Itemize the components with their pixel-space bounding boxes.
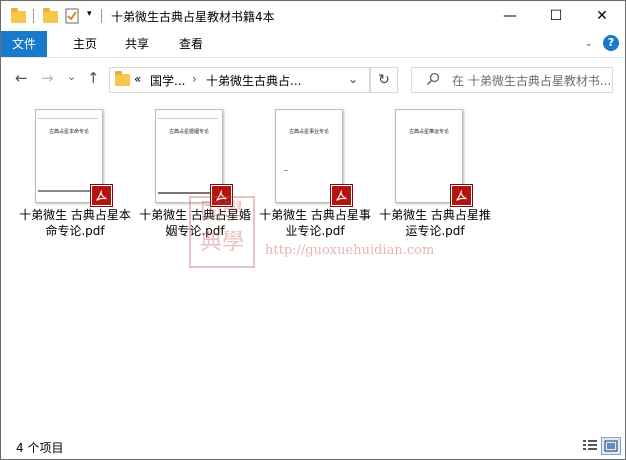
customize-toolbar-icon[interactable]: ▾	[87, 9, 92, 25]
refresh-button[interactable]: ↻	[370, 67, 398, 93]
help-icon[interactable]: ?	[603, 35, 619, 51]
pdf-icon	[91, 185, 112, 206]
thumbnail-title: 古典占星本命专论	[48, 129, 89, 135]
window-folder-icon	[11, 8, 26, 24]
quick-access-separator	[33, 9, 34, 23]
maximize-button[interactable]: ☐	[533, 1, 579, 31]
watermark-url: http://guoxuehuidian.com	[265, 243, 435, 258]
forward-button[interactable]: →	[41, 69, 54, 87]
thumbnail-title: 古典占星事业专论	[288, 129, 329, 135]
address-dropdown-icon[interactable]: ⌄	[348, 72, 358, 86]
expand-ribbon-icon[interactable]: ⌄	[585, 39, 593, 49]
large-icons-view-icon[interactable]	[601, 437, 621, 455]
recent-locations-button[interactable]: ⌄	[67, 70, 76, 83]
breadcrumb-separator[interactable]: ›	[192, 72, 197, 86]
file-list-pane[interactable]: 古典占星本命专论 十弟微生 古典占星本命专论.pdf 古典占星婚姻专论 十弟微生…	[1, 97, 625, 431]
thumbnail-title: 古典占星推运专论	[408, 129, 449, 135]
close-button[interactable]: ✕	[579, 1, 625, 31]
pdf-icon	[451, 185, 472, 206]
status-bar: 4 个项目	[1, 431, 625, 459]
properties-icon[interactable]	[65, 8, 79, 24]
address-folder-icon	[115, 71, 130, 86]
tab-view[interactable]: 查看	[167, 31, 215, 57]
file-item-3[interactable]: 古典占星事业专论 十弟微生 古典占星事业专论.pdf	[259, 109, 371, 239]
item-count: 4 个项目	[16, 441, 64, 455]
new-folder-icon[interactable]	[43, 8, 58, 24]
details-view-icon[interactable]	[581, 437, 599, 453]
title-separator	[101, 9, 102, 23]
breadcrumb-item-guoxue[interactable]: 国学...	[150, 72, 185, 89]
minimize-button[interactable]: —	[487, 1, 533, 31]
search-box[interactable]: 在 十弟微生古典占星教材书...	[411, 67, 613, 93]
file-item-1[interactable]: 古典占星本命专论 十弟微生 古典占星本命专论.pdf	[19, 109, 131, 239]
search-icon	[426, 72, 440, 89]
title-bar: ▾ 十弟微生古典占星教材书籍4本 — ☐ ✕	[1, 1, 625, 31]
search-placeholder: 在 十弟微生古典占星教材书...	[452, 74, 612, 88]
ribbon-tabs: 文件 主页 共享 查看 ⌄ ?	[1, 31, 625, 58]
breadcrumb-overflow[interactable]: «	[134, 72, 141, 86]
tab-file[interactable]: 文件	[1, 31, 47, 57]
pdf-icon	[331, 185, 352, 206]
thumbnail-title: 古典占星婚姻专论	[168, 129, 209, 135]
breadcrumb-item-current[interactable]: 十弟微生古典占...	[206, 72, 301, 89]
address-bar[interactable]: « 国学... › 十弟微生古典占... ⌄	[109, 67, 370, 93]
tab-home[interactable]: 主页	[61, 31, 109, 57]
up-button[interactable]: ↑	[87, 69, 100, 87]
explorer-window: ▾ 十弟微生古典占星教材书籍4本 — ☐ ✕ 文件 主页 共享 查看 ⌄ ? ←…	[0, 0, 626, 460]
file-name[interactable]: 十弟微生 古典占星本命专论.pdf	[19, 207, 131, 239]
file-name[interactable]: 十弟微生 古典占星事业专论.pdf	[259, 207, 371, 239]
watermark-seal: 国學典學	[189, 196, 255, 268]
back-button[interactable]: ←	[15, 69, 28, 87]
navigation-bar: ← → ⌄ ↑ « 国学... › 十弟微生古典占... ⌄ ↻ 在 十弟微生古…	[1, 63, 625, 95]
file-item-4[interactable]: 古典占星推运专论 十弟微生 古典占星推运专论.pdf	[379, 109, 491, 239]
window-title: 十弟微生古典占星教材书籍4本	[111, 10, 275, 24]
tab-share[interactable]: 共享	[113, 31, 161, 57]
file-name[interactable]: 十弟微生 古典占星推运专论.pdf	[379, 207, 491, 239]
